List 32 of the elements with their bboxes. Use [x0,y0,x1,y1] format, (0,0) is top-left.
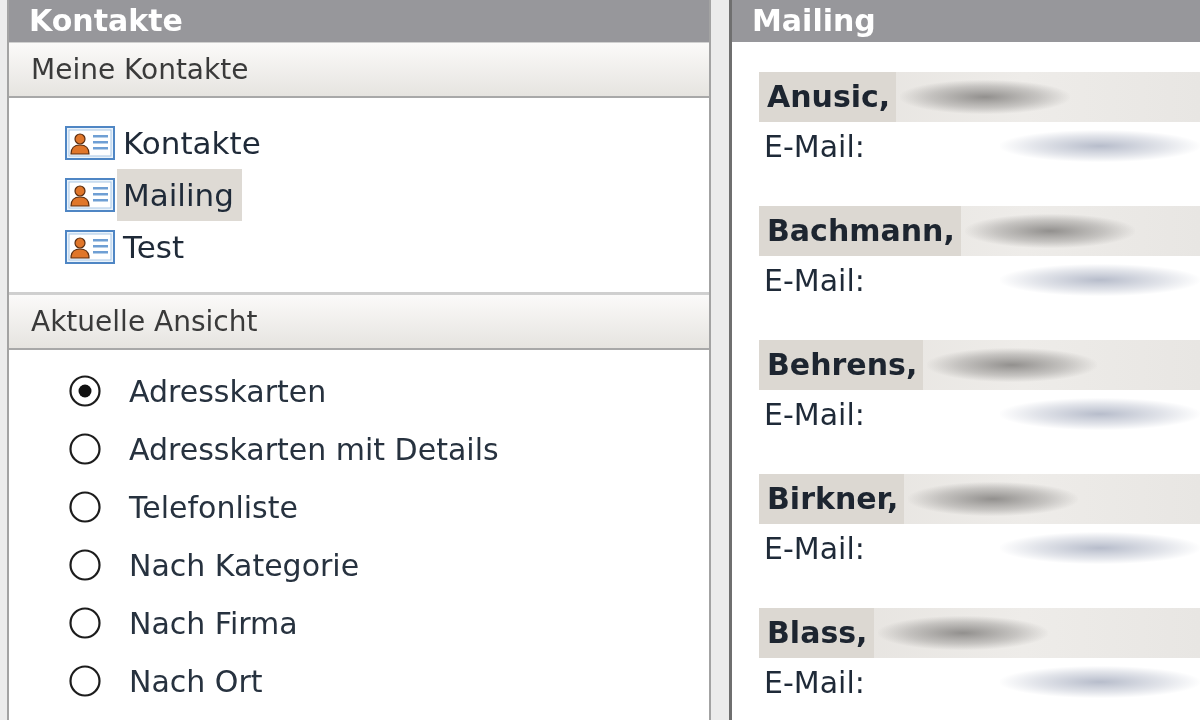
contact-card-icon [65,230,115,264]
section-header[interactable]: Meine Kontakte [9,42,709,98]
contact-name[interactable]: Anusic, [759,72,897,122]
view-option-label[interactable]: Adresskarten [129,373,327,409]
contact-name[interactable]: Blass, [759,608,874,658]
section-header[interactable]: Aktuelle Ansicht [9,294,709,350]
field-label: E-Mail: [763,664,865,700]
radio-button[interactable] [69,665,101,697]
radio-button[interactable] [69,607,101,639]
field-label: E-Mail: [763,530,865,566]
contact-card-icon [65,126,115,160]
contact-folder-item[interactable]: Test [117,221,193,273]
field-label: E-Mail: [763,128,865,164]
view-option-label[interactable]: Nach Ort [129,663,263,699]
field-label: E-Mail: [763,396,865,432]
pane-header: Kontakte [9,0,709,42]
pane-header: Mailing [732,0,1200,42]
contact-name[interactable]: Bachmann, [759,206,961,256]
field-label: E-Mail: [763,262,865,298]
view-option-label[interactable]: Adresskarten mit Details [129,431,499,467]
view-option-label[interactable]: Nach Firma [129,605,298,641]
radio-button[interactable] [69,549,101,581]
contact-card-icon [65,178,115,212]
radio-button[interactable] [69,375,101,407]
view-option-label[interactable]: Telefonliste [129,489,298,525]
contact-folder-item[interactable]: Kontakte [117,117,269,169]
radio-button[interactable] [69,433,101,465]
contact-folder-item[interactable]: Mailing [117,169,242,221]
radio-button[interactable] [69,491,101,523]
contact-name[interactable]: Behrens, [759,340,924,390]
view-option-label[interactable]: Nach Kategorie [129,547,360,583]
contact-name[interactable]: Birkner, [759,474,905,524]
